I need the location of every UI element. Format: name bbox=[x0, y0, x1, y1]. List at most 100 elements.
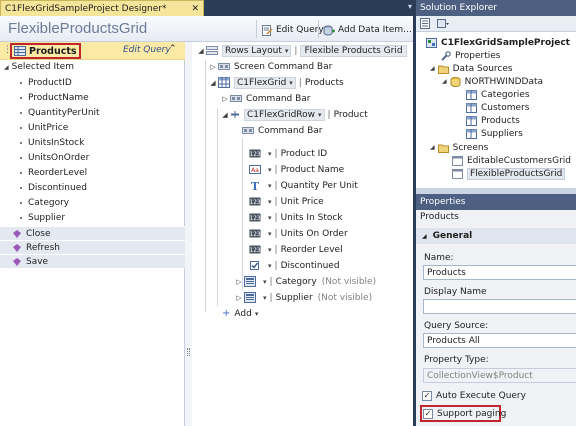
splitter-grip[interactable] bbox=[187, 348, 190, 356]
expanded-triangle-icon[interactable]: ◢ bbox=[196, 47, 206, 55]
checkbox-label: Support paging bbox=[437, 408, 507, 419]
node-label: Command Bar bbox=[258, 125, 323, 136]
tree-node-row-command-bar[interactable]: Command Bar bbox=[242, 123, 323, 138]
tree-node-grid-command-bar[interactable]: ▷ Command Bar bbox=[220, 91, 310, 106]
separator: | bbox=[294, 45, 298, 56]
rows-layout-label: Rows Layout bbox=[225, 45, 282, 56]
add-item-button[interactable]: + Add ▾ bbox=[222, 306, 258, 321]
name-field[interactable]: Products bbox=[423, 265, 576, 280]
se-screen-node[interactable]: EditableCustomersGrid bbox=[452, 154, 571, 167]
field-item[interactable]: UnitsInStock bbox=[20, 135, 84, 150]
dropdown-arrow-icon[interactable]: ▾ bbox=[268, 214, 272, 222]
se-screens-node[interactable]: ◢ Screens bbox=[430, 141, 488, 154]
dropdown-arrow-icon[interactable]: ▾ bbox=[268, 198, 272, 206]
se-screen-node-selected[interactable]: FlexibleProductsGrid bbox=[452, 167, 566, 180]
tree-root-node[interactable]: ◢ Rows Layout ▾ | Flexible Products Grid bbox=[196, 43, 407, 58]
properties-page-icon[interactable] bbox=[420, 18, 432, 29]
toolbar-divider bbox=[256, 20, 257, 38]
auto-execute-query-checkbox[interactable]: ✓ Auto Execute Query bbox=[422, 388, 526, 403]
dropdown-arrow-icon[interactable]: ▾ bbox=[268, 246, 272, 254]
se-datasource-node[interactable]: ◢ NORTHWINDData bbox=[442, 75, 543, 88]
collapsed-triangle-icon[interactable]: ▷ bbox=[208, 63, 218, 71]
tree-column-unit-price[interactable]: 123 ▾ | Unit Price bbox=[249, 194, 324, 209]
checkbox-checked[interactable]: ✓ bbox=[423, 408, 433, 419]
se-table-node[interactable]: Products bbox=[466, 114, 520, 127]
se-properties-node[interactable]: Properties bbox=[440, 49, 500, 62]
field-item[interactable]: UnitPrice bbox=[20, 120, 68, 135]
collapse-chevron-icon[interactable]: ⌃ bbox=[169, 44, 177, 54]
dropdown-arrow-icon[interactable]: ▾ bbox=[263, 278, 267, 286]
tree-node-screen-command-bar[interactable]: ▷ Screen Command Bar bbox=[208, 59, 332, 74]
dropdown-arrow-icon[interactable]: ▾ bbox=[263, 294, 267, 302]
pane-splitter[interactable] bbox=[185, 42, 192, 426]
method-icon bbox=[13, 230, 21, 238]
dropdown-arrow-icon[interactable]: ▾ bbox=[268, 166, 272, 174]
expanded-triangle-icon[interactable]: ◢ bbox=[442, 78, 447, 85]
tree-related-category[interactable]: ▷ ▾ | Category (Not visible) bbox=[234, 274, 376, 289]
expanded-triangle-icon[interactable]: ◢ bbox=[430, 65, 435, 72]
grid-type-dropdown[interactable]: C1FlexGrid ▾ bbox=[234, 76, 296, 89]
tree-column-product-id[interactable]: 123 ▾ | Product ID bbox=[249, 146, 327, 161]
se-project-node[interactable]: C1FlexGridSampleProject bbox=[426, 36, 570, 49]
edit-query-button[interactable]: Edit Query bbox=[262, 22, 324, 38]
tree-column-reorder-level[interactable]: 123 ▾ | Reorder Level bbox=[249, 242, 343, 257]
tree-column-units-on-order[interactable]: 123 ▾ | Units On Order bbox=[249, 226, 348, 241]
close-tab-icon[interactable]: ✕ bbox=[191, 4, 199, 14]
dropdown-arrow-icon: ▾ bbox=[318, 110, 322, 119]
tree-column-quantity-per-unit[interactable]: T ▾ | Quantity Per Unit bbox=[249, 178, 358, 193]
collapsed-triangle-icon[interactable]: ▷ bbox=[234, 278, 244, 286]
svg-text:123: 123 bbox=[250, 231, 261, 238]
tree-node-c1flexgrid[interactable]: ◢ C1FlexGrid ▾ | Products bbox=[208, 75, 344, 90]
command-save[interactable]: Save bbox=[0, 254, 185, 268]
field-item[interactable]: Discontinued bbox=[20, 180, 87, 195]
se-data-sources-node[interactable]: ◢ Data Sources bbox=[430, 62, 513, 75]
expanded-triangle-icon[interactable]: ◢ bbox=[4, 64, 9, 71]
row-entity-label: Product bbox=[333, 109, 368, 120]
row-type-dropdown[interactable]: C1FlexGridRow ▾ bbox=[244, 108, 325, 121]
field-item[interactable]: ProductName bbox=[20, 90, 89, 105]
tree-related-supplier[interactable]: ▷ ▾ | Supplier (Not visible) bbox=[234, 290, 372, 305]
field-item[interactable]: QuantityPerUnit bbox=[20, 105, 100, 120]
se-table-node[interactable]: Categories bbox=[466, 88, 530, 101]
designer-document-tab[interactable]: C1FlexGridSampleProject Designer* ✕ bbox=[0, 0, 204, 16]
dropdown-arrow-icon[interactable]: ▾ bbox=[268, 262, 272, 270]
support-paging-checkbox[interactable]: ✓ Support paging bbox=[423, 406, 506, 421]
properties-section-general[interactable]: ◢ General bbox=[416, 228, 576, 244]
field-item[interactable]: Category bbox=[20, 195, 69, 210]
separator: | bbox=[274, 196, 278, 207]
command-refresh[interactable]: Refresh bbox=[0, 240, 185, 254]
dropdown-arrow-icon[interactable]: ▾ bbox=[268, 182, 272, 190]
selected-item-node[interactable]: ◢ Selected Item bbox=[4, 62, 74, 72]
tree-column-units-in-stock[interactable]: 123 ▾ | Units In Stock bbox=[249, 210, 343, 225]
se-table-node[interactable]: Customers bbox=[466, 101, 529, 114]
field-item[interactable]: UnitsOnOrder bbox=[20, 150, 89, 165]
field-label: UnitsOnOrder bbox=[28, 152, 90, 163]
products-collection-label[interactable]: Products bbox=[10, 43, 81, 59]
collapsed-triangle-icon[interactable]: ▷ bbox=[220, 95, 230, 103]
expanded-triangle-icon[interactable]: ◢ bbox=[208, 79, 218, 87]
field-item[interactable]: ReorderLevel bbox=[20, 165, 87, 180]
tree-node-c1flexgridrow[interactable]: ◢ C1FlexGridRow ▾ | Product bbox=[220, 107, 368, 122]
tree-column-discontinued[interactable]: ▾ | Discontinued bbox=[249, 258, 340, 273]
tab-dropdown-icon[interactable]: ▾ bbox=[404, 2, 416, 14]
se-table-node[interactable]: Suppliers bbox=[466, 127, 523, 140]
tree-column-product-name[interactable]: Aa ▾ | Product Name bbox=[249, 162, 344, 177]
field-item[interactable]: Supplier bbox=[20, 210, 65, 225]
rows-layout-dropdown[interactable]: Rows Layout ▾ bbox=[222, 44, 292, 57]
checkbox-checked[interactable]: ✓ bbox=[422, 390, 432, 401]
field-item[interactable]: ProductID bbox=[20, 75, 72, 90]
root-name-label[interactable]: Flexible Products Grid bbox=[300, 44, 407, 57]
collapsed-triangle-icon[interactable]: ▷ bbox=[234, 294, 244, 302]
command-close[interactable]: Close bbox=[0, 226, 185, 240]
dropdown-arrow-icon[interactable]: ▾ bbox=[268, 150, 272, 158]
dropdown-arrow-icon[interactable]: ▾ bbox=[268, 230, 272, 238]
expanded-triangle-icon[interactable]: ◢ bbox=[422, 233, 427, 240]
add-data-item-button[interactable]: Add Data Item... bbox=[323, 22, 412, 38]
view-options-icon[interactable] bbox=[437, 18, 449, 29]
expanded-triangle-icon[interactable]: ◢ bbox=[430, 144, 435, 151]
expanded-triangle-icon[interactable]: ◢ bbox=[220, 111, 230, 119]
display-name-field[interactable] bbox=[423, 299, 576, 314]
edit-query-link[interactable]: Edit Query bbox=[123, 45, 171, 55]
se-label: Products bbox=[481, 115, 520, 126]
query-source-field[interactable]: Products All bbox=[423, 333, 576, 348]
